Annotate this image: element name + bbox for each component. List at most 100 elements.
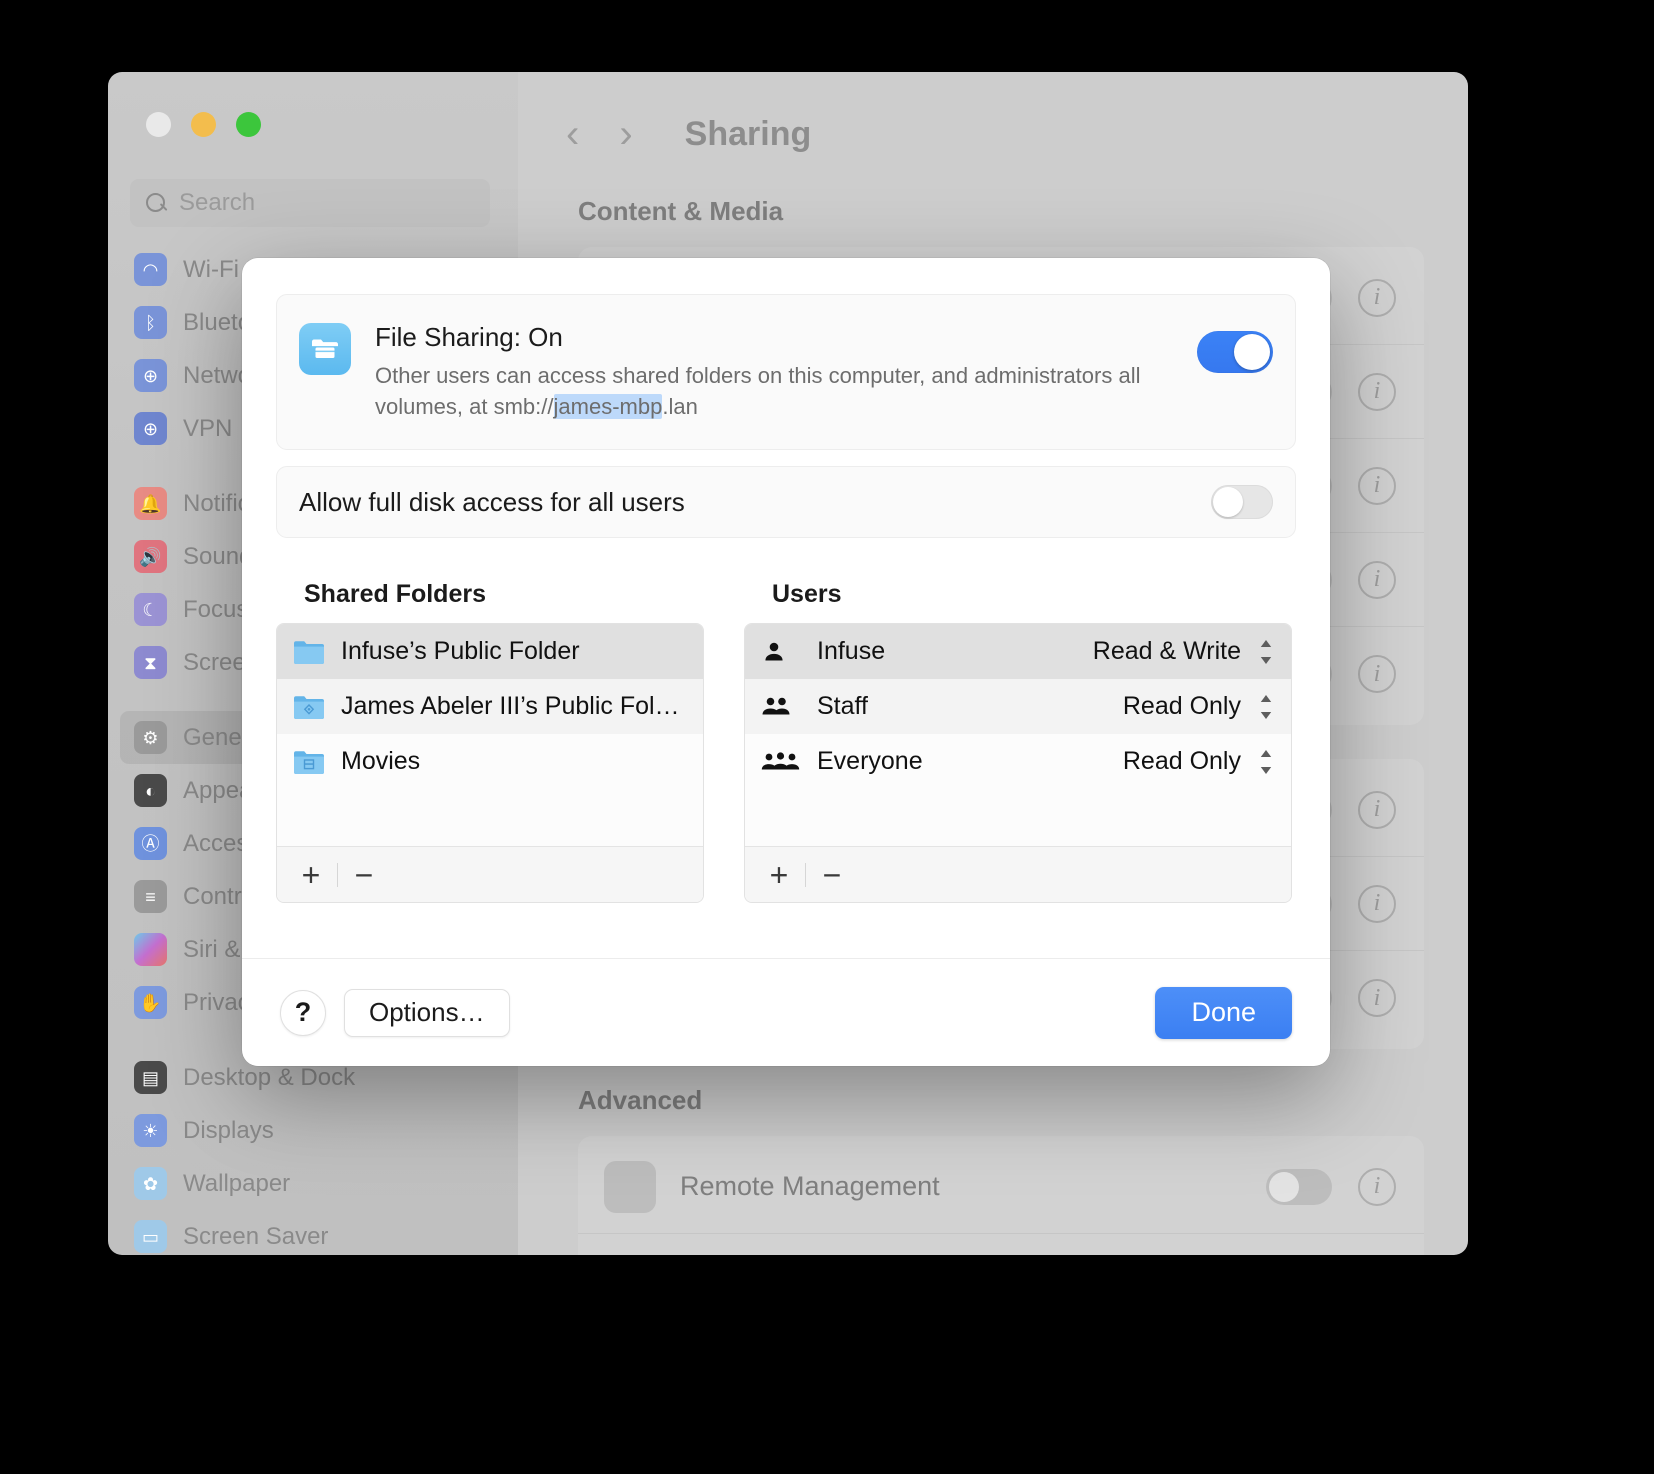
user-name: Everyone [817,747,923,776]
section-content-media: Content & Media [578,196,784,226]
list-item[interactable]: Infuse’s Public Folder [277,624,703,680]
add-user-button[interactable]: + [753,852,805,898]
hourglass-icon: ⧗ [134,646,167,679]
zoom-button[interactable] [236,112,261,137]
file-sharing-toggle[interactable] [1197,331,1273,373]
row-label: Remote Management [680,1171,940,1201]
user-name: Staff [817,692,868,721]
user-permission-value: Read & Write [1092,637,1241,666]
close-button[interactable] [146,112,171,137]
done-button[interactable]: Done [1155,986,1292,1039]
screen: Search ◠ Wi-Fi ᛒ Bluetooth ⊕ Network ⊕ V… [0,0,1654,1474]
desktop-dock-icon: ▤ [134,1061,167,1094]
back-button[interactable]: ‹ [566,114,579,154]
desc-part-1: Other users can access shared folders on… [375,362,1141,420]
users-header: Users [772,580,842,609]
info-icon[interactable]: i [1358,790,1396,829]
folder-icon [293,639,325,665]
list-item-label: Movies [341,747,421,776]
sidebar-item-screen-saver[interactable]: ▭ Screen Saver [120,1210,506,1255]
users-rows: Infuse Read & Write Staff Read Only Ever… [745,624,1291,846]
file-sharing-title: File Sharing: On [375,322,563,352]
speaker-icon: 🔊 [134,540,167,573]
search-field[interactable]: Search [130,179,490,227]
help-button[interactable]: ? [280,989,326,1036]
bluetooth-icon: ᛒ [134,306,167,339]
sidebar-item-displays[interactable]: ☀ Displays [120,1104,506,1157]
list-item[interactable]: Movies [277,734,703,789]
lists-container: Shared Folders Infuse’s Public Folder Ja… [276,580,1296,904]
shared-folders-footer: + − [277,846,703,903]
dialog-body: File Sharing: On Other users can access … [242,258,1330,904]
user-permission-value: Read Only [1122,747,1241,776]
control-center-icon: ≡ [134,880,167,913]
list-item-label: James Abeler III’s Public Fol… [341,692,680,721]
forward-button[interactable]: › [619,114,632,154]
accessibility-icon: Ⓐ [134,827,167,860]
info-icon[interactable]: i [1358,560,1396,599]
users-listbox[interactable]: Infuse Read & Write Staff Read Only Ever… [744,623,1292,904]
moon-icon: ☾ [134,593,167,626]
shared-folders-column: Shared Folders Infuse’s Public Folder Ja… [276,580,704,904]
user-name: Infuse [817,637,886,666]
display-icon: ☀ [134,1114,167,1147]
options-button[interactable]: Options… [344,988,510,1037]
full-disk-access-label: Allow full disk access for all users [299,486,685,517]
siri-icon [134,933,167,966]
dialog-footer: ? Options… Done [242,958,1330,1066]
minimize-button[interactable] [191,112,216,137]
sidebar-item-label: Displays [183,1116,274,1144]
vpn-icon: ⊕ [134,412,167,445]
traffic-lights [108,72,518,137]
binoculars-icon [604,1160,656,1213]
search-placeholder: Search [179,189,256,216]
info-icon[interactable]: i [1358,979,1396,1017]
hostname-highlight: james-mbp [553,394,663,420]
list-item[interactable]: James Abeler III’s Public Fol… [277,679,703,735]
users-column: Users Infuse Read & Write Staff Read Onl… [744,580,1292,904]
sidebar-item-label: Screen Saver [183,1222,329,1250]
row-toggle[interactable] [1266,1168,1332,1205]
add-folder-button[interactable]: + [285,852,337,898]
network-icon: ⊕ [134,359,167,392]
desc-part-2: .lan [662,394,698,420]
appearance-icon: ◐ [134,774,167,807]
shared-folders-listbox[interactable]: Infuse’s Public Folder James Abeler III’… [276,623,704,904]
users-footer: + − [745,846,1291,903]
permission-stepper[interactable] [1255,745,1277,779]
list-item[interactable]: Staff Read Only [745,679,1291,735]
info-icon[interactable]: i [1358,655,1396,693]
sidebar-item-label: Wi-Fi [183,255,239,283]
shared-folders-header: Shared Folders [304,580,486,609]
table-row[interactable]: Remote Management i [578,1140,1424,1234]
remove-user-button[interactable]: − [806,852,858,898]
list-item[interactable]: Infuse Read & Write [745,624,1291,680]
info-icon[interactable]: i [1358,884,1396,923]
file-sharing-description: Other users can access shared folders on… [375,360,1195,424]
list-item-label: Infuse’s Public Folder [341,637,580,666]
sidebar-item-label: Wallpaper [183,1169,291,1197]
permission-stepper[interactable] [1255,635,1277,669]
info-icon[interactable]: i [1358,466,1396,505]
info-icon[interactable]: i [1358,1167,1396,1206]
sidebar-item-label: Focus [183,595,249,623]
file-sharing-card: File Sharing: On Other users can access … [276,294,1296,451]
gear-icon: ⚙ [134,721,167,754]
folder-movies-icon [293,749,325,775]
screensaver-icon: ▭ [134,1220,167,1253]
remove-folder-button[interactable]: − [338,852,390,898]
file-sharing-text: File Sharing: On Other users can access … [375,319,1197,423]
wifi-icon: ◠ [134,253,167,286]
single-user-icon [761,639,805,665]
sidebar-item-wallpaper[interactable]: ✿ Wallpaper [120,1157,506,1210]
table-row[interactable]: Remote Login i [578,1234,1424,1255]
file-sharing-dialog: File Sharing: On Other users can access … [242,258,1330,1066]
advanced-card: Remote Management i Remote Login i [578,1136,1424,1255]
folder-share-icon [299,323,351,375]
list-item[interactable]: Everyone Read Only [745,734,1291,789]
info-icon[interactable]: i [1358,372,1396,411]
page-title: Sharing [684,114,812,153]
permission-stepper[interactable] [1255,690,1277,724]
full-disk-access-toggle[interactable] [1211,485,1273,520]
info-icon[interactable]: i [1358,278,1396,317]
